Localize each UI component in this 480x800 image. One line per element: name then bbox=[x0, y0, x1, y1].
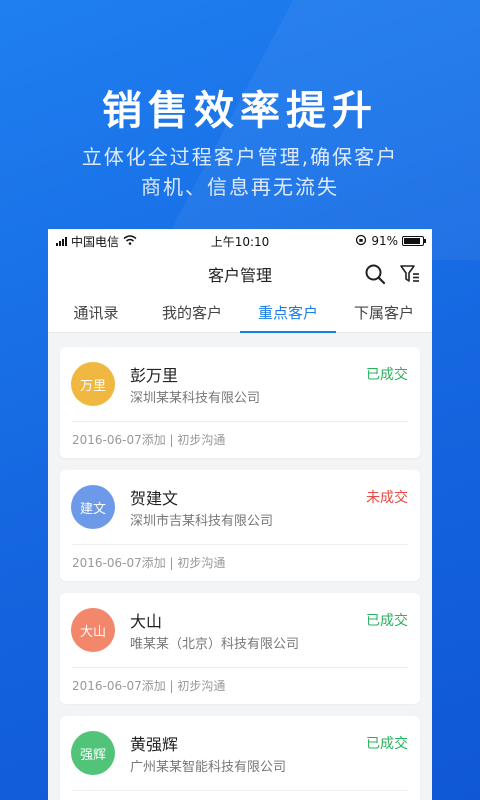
deal-status-badge: 已成交 bbox=[366, 736, 408, 752]
customer-name: 彭万里 bbox=[130, 366, 179, 385]
carrier-label: 中国电信 bbox=[71, 234, 120, 249]
tab-key-customers[interactable]: 重点客户 bbox=[240, 295, 336, 333]
divider bbox=[72, 421, 408, 422]
rotation-lock-icon bbox=[355, 234, 367, 249]
filter-icon[interactable] bbox=[400, 263, 420, 285]
battery-icon bbox=[402, 236, 426, 246]
hero-subtitle-line2: 商机、信息再无流失 bbox=[141, 175, 339, 199]
deal-status-badge: 已成交 bbox=[366, 613, 408, 629]
customer-card[interactable]: 建文 贺建文 深圳市吉某科技有限公司 未成交 2016-06-07添加 | 初步… bbox=[60, 470, 420, 581]
tab-contacts[interactable]: 通讯录 bbox=[48, 295, 144, 332]
battery-percent: 91% bbox=[371, 234, 398, 248]
tab-bar: 通讯录 我的客户 重点客户 下属客户 bbox=[48, 295, 432, 333]
customer-meta: 2016-06-07添加 | 初步沟通 bbox=[72, 679, 226, 693]
customer-list: 万里 彭万里 深圳某某科技有限公司 已成交 2016-06-07添加 | 初步沟… bbox=[48, 333, 432, 800]
wifi-icon bbox=[123, 234, 137, 248]
divider bbox=[72, 667, 408, 668]
phone-screen: 中国电信 上午10:10 91% 客户管理 通讯录 我的客户 重点客户 下属客户… bbox=[48, 229, 432, 800]
tab-subordinate-customers[interactable]: 下属客户 bbox=[336, 295, 432, 332]
signal-icon bbox=[56, 236, 67, 246]
customer-name: 黄强辉 bbox=[130, 735, 179, 754]
page-title: 客户管理 bbox=[207, 266, 272, 285]
avatar: 建文 bbox=[71, 485, 115, 529]
tab-my-customers[interactable]: 我的客户 bbox=[144, 295, 240, 332]
search-icon[interactable] bbox=[364, 263, 386, 285]
deal-status-badge: 未成交 bbox=[366, 490, 408, 506]
customer-company: 深圳市吉某科技有限公司 bbox=[130, 514, 274, 529]
divider bbox=[72, 544, 408, 545]
status-bar: 中国电信 上午10:10 91% bbox=[48, 229, 432, 253]
avatar: 万里 bbox=[71, 362, 115, 406]
customer-name: 贺建文 bbox=[130, 489, 179, 508]
customer-meta: 2016-06-07添加 | 初步沟通 bbox=[72, 433, 226, 447]
navbar: 客户管理 bbox=[48, 253, 432, 295]
avatar: 大山 bbox=[71, 608, 115, 652]
customer-company: 广州某某智能科技有限公司 bbox=[130, 760, 287, 775]
customer-company: 深圳某某科技有限公司 bbox=[130, 391, 261, 406]
deal-status-badge: 已成交 bbox=[366, 367, 408, 383]
customer-name: 大山 bbox=[130, 612, 163, 631]
customer-card[interactable]: 强辉 黄强辉 广州某某智能科技有限公司 已成交 bbox=[60, 716, 420, 800]
customer-company: 唯某某（北京）科技有限公司 bbox=[130, 637, 300, 652]
hero-subtitle-line1: 立体化全过程客户管理,确保客户 bbox=[81, 145, 399, 169]
divider bbox=[72, 790, 408, 791]
customer-card[interactable]: 万里 彭万里 深圳某某科技有限公司 已成交 2016-06-07添加 | 初步沟… bbox=[60, 347, 420, 458]
customer-card[interactable]: 大山 大山 唯某某（北京）科技有限公司 已成交 2016-06-07添加 | 初… bbox=[60, 593, 420, 704]
hero-title: 销售效率提升 bbox=[102, 88, 378, 134]
customer-meta: 2016-06-07添加 | 初步沟通 bbox=[72, 556, 226, 570]
avatar: 强辉 bbox=[71, 731, 115, 775]
